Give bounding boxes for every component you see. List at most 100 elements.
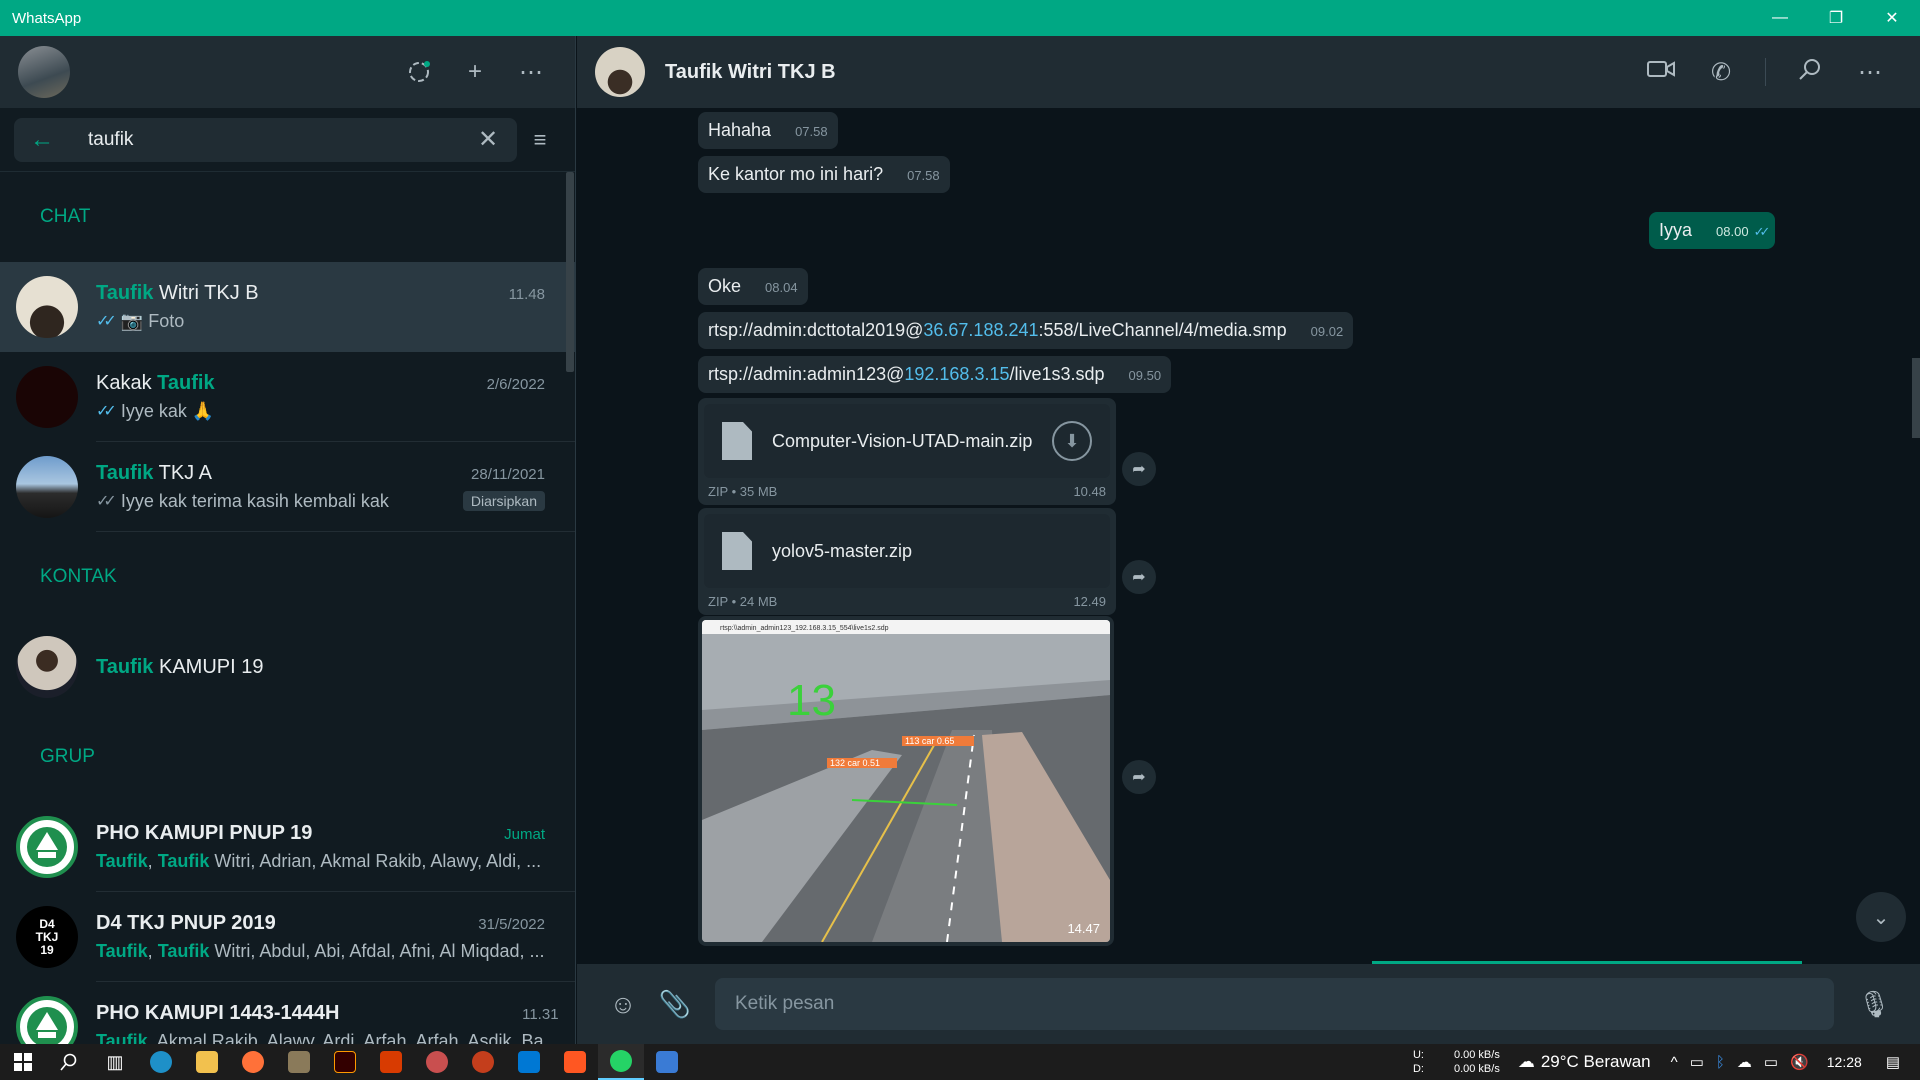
read-ticks-icon: ✓✓: [96, 313, 117, 330]
message-bubble-outgoing[interactable]: Iyya 08.00 ✓✓: [1649, 212, 1776, 249]
close-window-button[interactable]: ✕: [1864, 0, 1920, 36]
volume-muted-icon[interactable]: 🔇: [1790, 1053, 1809, 1071]
object-count-label: 13: [787, 676, 836, 725]
download-icon[interactable]: ⬇: [1052, 421, 1092, 461]
minimize-button[interactable]: —: [1752, 0, 1808, 36]
edge-icon[interactable]: [138, 1044, 184, 1080]
window-titlebar: WhatsApp — ❐ ✕: [0, 0, 1920, 36]
illustrator-icon[interactable]: [322, 1044, 368, 1080]
network-icon[interactable]: ▭: [1690, 1053, 1704, 1071]
app-icon[interactable]: [644, 1044, 690, 1080]
microphone-icon[interactable]: 🎙: [1848, 989, 1900, 1020]
attach-icon[interactable]: 📎: [649, 989, 701, 1020]
onedrive-icon[interactable]: ☁: [1737, 1053, 1752, 1071]
office-icon[interactable]: [368, 1044, 414, 1080]
file-name: yolov5-master.zip: [772, 540, 913, 561]
message-time: 10.48: [1073, 484, 1106, 499]
avatar: [16, 366, 78, 428]
message-bubble[interactable]: Ke kantor mo ini hari? 07.58: [698, 156, 950, 193]
name-highlight: Taufik: [157, 371, 215, 394]
search-row: ← ✕ ≡: [0, 108, 575, 172]
filter-icon[interactable]: ≡: [517, 127, 563, 153]
member-highlight: Taufik: [157, 850, 210, 871]
image-preview[interactable]: rtsp:\\admin_admin123_192.168.3.15_554\l…: [702, 620, 1110, 942]
forward-icon[interactable]: ➦: [1122, 560, 1156, 594]
contact-name: KAMUPI 19: [153, 655, 264, 678]
forward-icon[interactable]: ➦: [1122, 452, 1156, 486]
notification-icon[interactable]: ▤: [1886, 1053, 1900, 1071]
delivered-ticks-icon: ✓✓: [96, 493, 117, 510]
group-item[interactable]: PHO KAMUPI PNUP 19 Jumat Taufik, Taufik …: [0, 802, 575, 892]
message-link[interactable]: 36.67.188.241: [923, 320, 1038, 340]
message-text: Ke kantor mo ini hari?: [708, 164, 884, 184]
message-bubble[interactable]: rtsp://admin:dcttotal2019@36.67.188.241:…: [698, 312, 1354, 349]
new-chat-icon[interactable]: +: [447, 48, 503, 96]
group-item[interactable]: PHO KAMUPI 1443-1444H 11.31 Taufik, Akma…: [0, 982, 575, 1044]
vscode-icon[interactable]: [506, 1044, 552, 1080]
chevron-up-icon[interactable]: ^: [1671, 1054, 1678, 1071]
menu-icon[interactable]: ⋯: [503, 48, 559, 96]
chat-item[interactable]: Taufik TKJ A 28/11/2021 ✓✓ Iyye kak teri…: [0, 442, 575, 532]
chat-name: TKJ A: [153, 461, 212, 484]
chat-item[interactable]: Taufik Witri TKJ B 11.48 ✓✓ 📷 Foto: [0, 262, 575, 352]
message-bubble[interactable]: rtsp://admin:admin123@192.168.3.15/live1…: [698, 356, 1172, 393]
chat-list-scrollbar[interactable]: [566, 172, 574, 372]
contact-item[interactable]: Taufik KAMUPI 19: [0, 622, 575, 712]
app-icon[interactable]: [552, 1044, 598, 1080]
message-bubble[interactable]: Oke 08.04: [698, 268, 808, 305]
download-label: D:: [1412, 1063, 1424, 1075]
file-message[interactable]: yolov5-master.zip ZIP • 24 MB 12.49: [698, 508, 1116, 615]
taskbar-search-icon[interactable]: [46, 1044, 92, 1080]
search-icon[interactable]: [1780, 57, 1840, 88]
group-item[interactable]: D4 TKJ 19 D4 TKJ PNUP 2019 31/5/2022 Tau…: [0, 892, 575, 982]
forward-icon[interactable]: ➦: [1122, 760, 1156, 794]
group-name: PHO KAMUPI PNUP 19: [96, 821, 313, 844]
chat-time: 28/11/2021: [471, 465, 545, 483]
message-time: 08.00: [1716, 224, 1749, 239]
link-suffix: /live1s3.sdp: [1009, 364, 1105, 384]
powerpoint-icon[interactable]: [460, 1044, 506, 1080]
clock[interactable]: 12:28: [1827, 1054, 1862, 1070]
group-members: Witri, Adrian, Akmal Rakib, Alawy, Aldi,…: [209, 850, 542, 871]
voice-call-icon[interactable]: ✆: [1691, 58, 1751, 87]
emoji-icon[interactable]: ☺: [597, 989, 649, 1020]
firefox-icon[interactable]: [230, 1044, 276, 1080]
download-speed: 0.00 kB/s: [1453, 1063, 1500, 1075]
battery-icon[interactable]: ▭: [1764, 1053, 1778, 1071]
my-avatar[interactable]: [18, 46, 70, 98]
message-bubble[interactable]: Hahaha 07.58: [698, 112, 838, 149]
upload-speed: 0.00 kB/s: [1453, 1049, 1500, 1061]
member-sep: ,: [147, 940, 158, 961]
clear-search-icon[interactable]: ✕: [473, 125, 503, 154]
group-time: 11.31: [522, 1005, 559, 1023]
task-view-icon[interactable]: ▥: [92, 1044, 138, 1080]
back-arrow-icon[interactable]: ←: [30, 126, 70, 154]
app-icon[interactable]: [276, 1044, 322, 1080]
file-message[interactable]: Computer-Vision-UTAD-main.zip ⬇ ZIP • 35…: [698, 398, 1116, 505]
contact-name[interactable]: Taufik Witri TKJ B: [665, 61, 1631, 84]
bluetooth-icon[interactable]: ᛒ: [1716, 1054, 1725, 1071]
whatsapp-icon[interactable]: [598, 1044, 644, 1080]
message-link[interactable]: 192.168.3.15: [904, 364, 1009, 384]
image-message[interactable]: rtsp:\\admin_admin123_192.168.3.15_554\l…: [698, 616, 1114, 946]
video-call-icon[interactable]: [1631, 58, 1691, 86]
search-input[interactable]: [88, 128, 473, 151]
group-name: PHO KAMUPI 1443-1444H: [96, 1001, 340, 1024]
chat-item[interactable]: Kakak Taufik 2/6/2022 ✓✓ Iyye kak 🙏: [0, 352, 575, 442]
weather-widget[interactable]: ☁ 29°C Berawan: [1518, 1052, 1651, 1072]
app-icon[interactable]: [414, 1044, 460, 1080]
menu-icon[interactable]: ⋯: [1840, 58, 1900, 87]
restore-button[interactable]: ❐: [1808, 0, 1864, 36]
message-input[interactable]: [715, 978, 1834, 1030]
file-explorer-icon[interactable]: [184, 1044, 230, 1080]
chat-preview: Iyye kak terima kasih kembali kak: [120, 490, 389, 511]
contact-avatar[interactable]: [595, 47, 645, 97]
message-text: Oke: [708, 276, 742, 296]
scroll-to-bottom-icon[interactable]: ⌄: [1856, 892, 1906, 942]
read-ticks-icon: ✓✓: [1753, 224, 1771, 239]
start-icon[interactable]: [0, 1044, 46, 1080]
status-icon[interactable]: [391, 48, 447, 96]
file-meta: ZIP • 24 MB: [708, 594, 778, 609]
message-scrollbar[interactable]: [1912, 358, 1920, 438]
name-highlight: Taufik: [96, 461, 154, 484]
